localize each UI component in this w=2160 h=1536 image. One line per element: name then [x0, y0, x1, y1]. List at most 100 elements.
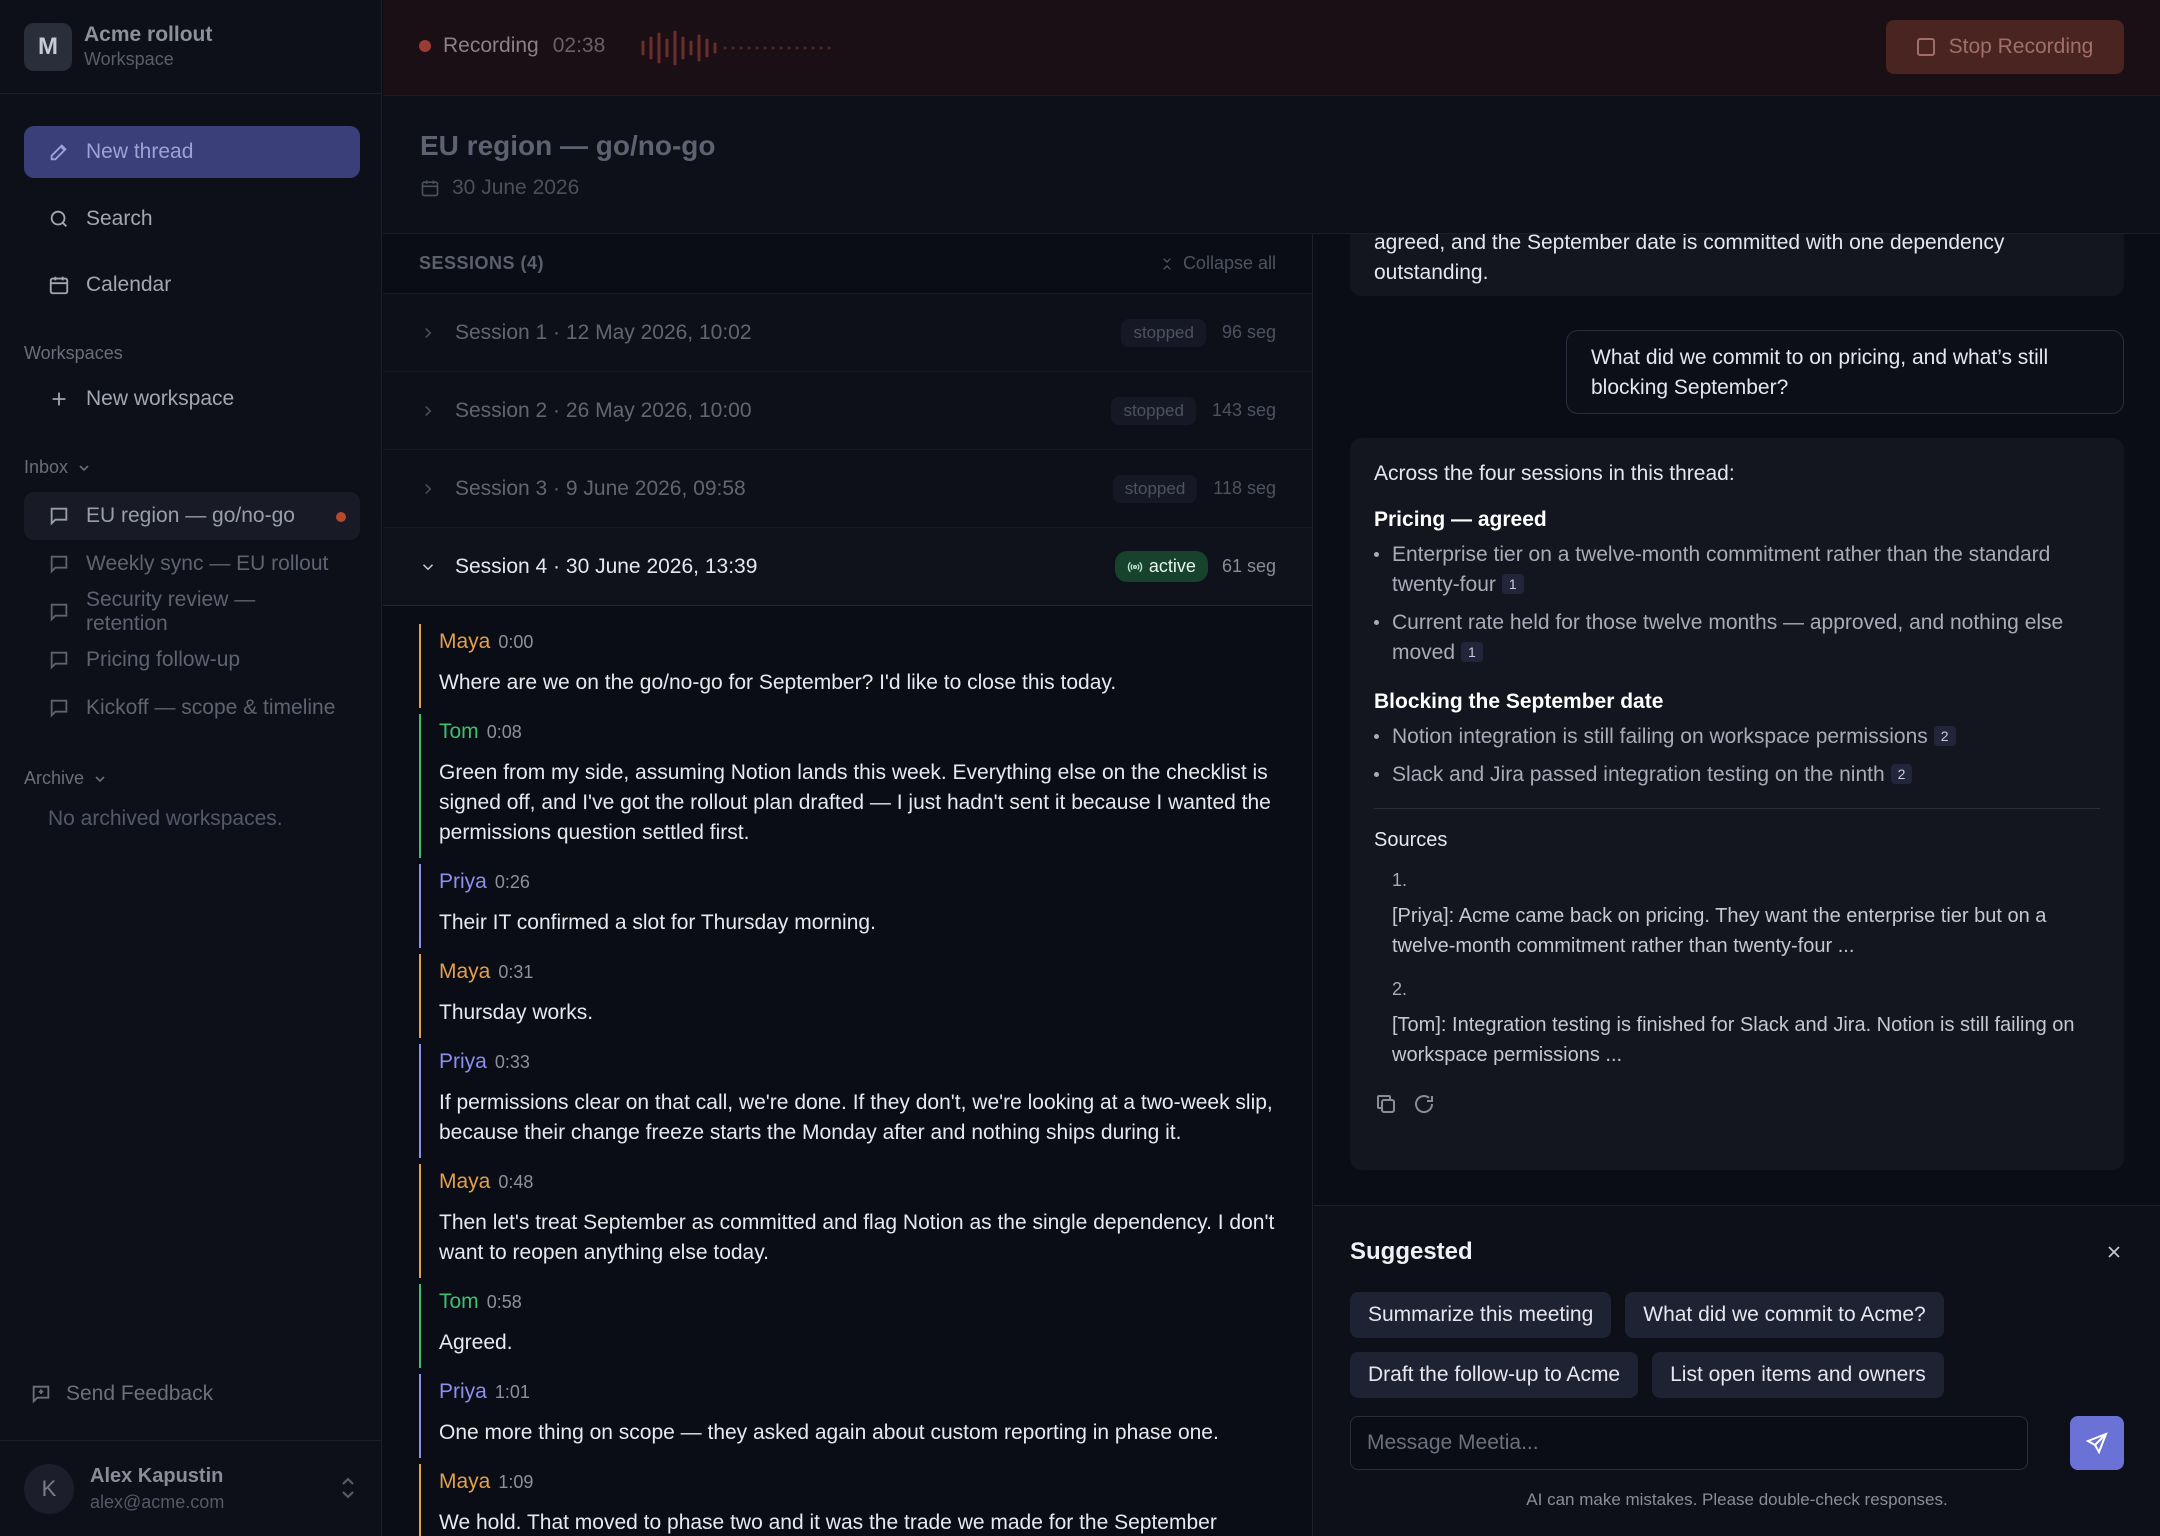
- answer-bullet: Enterprise tier on a twelve-month commit…: [1374, 540, 2100, 600]
- nav-calendar-label: Calendar: [86, 273, 172, 296]
- segment-text: Thursday works.: [439, 1001, 594, 1024]
- inbox-item-label: Pricing follow-up: [86, 648, 241, 671]
- citation-badge[interactable]: 1: [1461, 642, 1483, 662]
- chevron-down-icon: [76, 460, 92, 476]
- suggestion-chip[interactable]: List open items and owners: [1652, 1352, 1944, 1398]
- sessions-count: SESSIONS (4): [419, 253, 545, 273]
- status-badge: stopped: [1112, 474, 1198, 503]
- nav-search[interactable]: Search: [24, 194, 360, 244]
- sidebar: M Acme rollout Workspace New thread Sear…: [0, 0, 382, 1536]
- suggestion-chip[interactable]: Summarize this meeting: [1350, 1292, 1612, 1338]
- segment-count: 61 seg: [1221, 556, 1276, 576]
- recording-bar: Recording 02:38 Stop Recording: [383, 0, 2160, 96]
- chat-bubble-icon: [48, 649, 70, 671]
- chevron-right-icon: [419, 402, 437, 420]
- suggestion-chips: Summarize this meeting What did we commi…: [1350, 1292, 2130, 1398]
- inbox-item[interactable]: Weekly sync — EU rollout: [24, 540, 360, 588]
- citation-badge[interactable]: 2: [1890, 764, 1913, 784]
- workspace-name: Acme rollout: [84, 23, 213, 46]
- segment-text: Where are we on the go/no-go for Septemb…: [439, 671, 1117, 694]
- message-input[interactable]: [1367, 1431, 2011, 1455]
- new-workspace-button[interactable]: New workspace: [24, 374, 360, 424]
- transcript-segment: Maya 0:31 Thursday works.: [419, 954, 1276, 1038]
- source-text[interactable]: [Tom]: Integration testing is finished f…: [1392, 1010, 2100, 1070]
- plus-icon: [48, 388, 70, 410]
- suggestion-chip[interactable]: What did we commit to Acme?: [1625, 1292, 1944, 1338]
- answer-heading: Blocking the September date: [1374, 690, 1664, 713]
- sessions-header: SESSIONS (4) Collapse all: [383, 234, 1312, 294]
- stop-recording-label: Stop Recording: [1948, 35, 2094, 58]
- bullet-text: Notion integration is still failing on w…: [1392, 725, 1928, 748]
- workspaces-section-label: Workspaces: [24, 343, 123, 363]
- unread-dot: [336, 512, 346, 522]
- segment-time: 0:08: [486, 722, 522, 742]
- inbox-item[interactable]: Security review — retention: [24, 588, 360, 636]
- chat-bubble-icon: [48, 505, 70, 527]
- segment-text: Their IT confirmed a slot for Thursday m…: [439, 911, 876, 934]
- nav-calendar[interactable]: Calendar: [24, 260, 360, 310]
- broadcast-icon: [1127, 559, 1143, 575]
- refresh-icon[interactable]: [1412, 1092, 1436, 1116]
- user-message: What did we commit to on pricing, and wh…: [1566, 330, 2124, 414]
- segment-time: 0:33: [494, 1052, 530, 1072]
- stop-recording-button[interactable]: Stop Recording: [1886, 20, 2124, 74]
- new-thread-button[interactable]: New thread: [24, 126, 360, 178]
- inbox-item-label: EU region — go/no-go: [86, 504, 295, 527]
- workspace-switcher[interactable]: M Acme rollout Workspace: [0, 0, 381, 94]
- inbox-item[interactable]: Pricing follow-up: [24, 636, 360, 684]
- archive-empty-text: No archived workspaces.: [48, 807, 283, 830]
- session-label: Session 1 · 12 May 2026, 10:02: [455, 320, 752, 344]
- recording-dot: [419, 40, 431, 52]
- answer-intro: Across the four sessions in this thread:: [1374, 462, 1735, 485]
- speaker-name: Priya: [439, 1050, 487, 1073]
- inbox-item-label: Kickoff — scope & timeline: [86, 696, 336, 719]
- session-row[interactable]: Session 3 · 9 June 2026, 09:58 stopped 1…: [383, 450, 1312, 528]
- segment-text: Then let's treat September as committed …: [439, 1211, 1275, 1264]
- page-title: EU region — go/no-go: [420, 130, 716, 161]
- chat-bubble-icon: [48, 697, 70, 719]
- copy-icon[interactable]: [1374, 1092, 1398, 1116]
- suggestion-chip[interactable]: Draft the follow-up to Acme: [1350, 1352, 1639, 1398]
- sources-label: Sources: [1374, 829, 1448, 851]
- send-button[interactable]: [2070, 1416, 2124, 1470]
- answer-bullet: Current rate held for those twelve month…: [1374, 608, 2100, 668]
- session-row-active[interactable]: Session 4 · 30 June 2026, 13:39 active 6…: [383, 528, 1312, 606]
- citation-badge[interactable]: 1: [1501, 574, 1524, 594]
- new-workspace-label: New workspace: [86, 387, 235, 410]
- bullet-text: Current rate held for those twelve month…: [1392, 611, 2064, 664]
- session-row[interactable]: Session 2 · 26 May 2026, 10:00 stopped 1…: [383, 372, 1312, 450]
- calendar-icon: [48, 274, 70, 296]
- speaker-name: Maya: [439, 1170, 491, 1193]
- new-thread-label: New thread: [86, 140, 194, 163]
- transcript-segment: Tom 0:58 Agreed.: [419, 1284, 1276, 1368]
- citation-badge[interactable]: 2: [1933, 726, 1956, 746]
- inbox-section-toggle[interactable]: Inbox: [24, 457, 92, 478]
- send-feedback-button[interactable]: Send Feedback: [30, 1382, 213, 1406]
- inbox-item[interactable]: Kickoff — scope & timeline: [24, 684, 360, 732]
- chevron-up-down-icon: [338, 1475, 358, 1501]
- chevron-right-icon: [419, 480, 437, 498]
- close-icon[interactable]: [2104, 1242, 2124, 1262]
- transcript-segment: Priya 0:33 If permissions clear on that c…: [419, 1044, 1276, 1158]
- user-menu[interactable]: K Alex Kapustin alex@acme.com: [0, 1440, 382, 1536]
- archive-section-toggle[interactable]: Archive: [24, 768, 108, 789]
- collapse-icon: [1159, 256, 1175, 272]
- source-text[interactable]: [Priya]: Acme came back on pricing. They…: [1392, 901, 2100, 961]
- segment-text: Agreed.: [439, 1331, 513, 1354]
- divider: [1374, 808, 2100, 809]
- inbox-label: Inbox: [24, 457, 69, 477]
- speaker-name: Priya: [439, 870, 487, 893]
- inbox-item[interactable]: EU region — go/no-go: [24, 492, 360, 540]
- transcript-segment: Priya 1:01 One more thing on scope — they…: [419, 1374, 1276, 1458]
- answer-heading: Pricing — agreed: [1374, 508, 1547, 531]
- collapse-all-button[interactable]: Collapse all: [1159, 253, 1276, 274]
- transcript-segment: Priya 0:26 Their IT confirmed a slot for …: [419, 864, 1276, 948]
- avatar: K: [24, 1463, 74, 1514]
- answer-bullet: Slack and Jira passed integration testin…: [1374, 760, 2100, 790]
- feedback-icon: [30, 1383, 52, 1405]
- segment-time: 1:09: [498, 1472, 534, 1492]
- thread-date-text: 30 June 2026: [452, 176, 580, 199]
- speaker-name: Maya: [439, 630, 491, 653]
- session-row[interactable]: Session 1 · 12 May 2026, 10:02 stopped 9…: [383, 294, 1312, 372]
- bullet-text: Slack and Jira passed integration testin…: [1392, 763, 1885, 786]
